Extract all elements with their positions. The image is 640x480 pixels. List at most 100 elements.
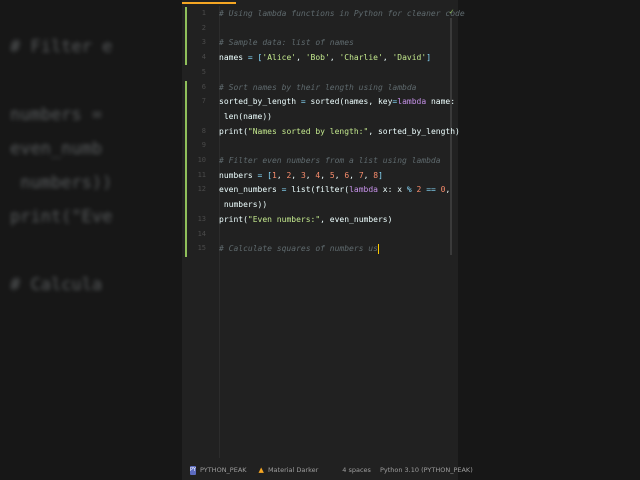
code-line[interactable]: len(name)) [182, 109, 458, 124]
code-token-plain: , [305, 170, 316, 180]
code-text: names = ['Alice', 'Bob', 'Charlie', 'Dav… [219, 50, 431, 65]
code-token-comment: # Calculate squares of numbers us [219, 244, 378, 254]
line-number: 12 [197, 185, 206, 194]
line-number: 11 [197, 170, 206, 179]
blurred-line [10, 64, 112, 98]
line-number: 8 [201, 126, 206, 135]
code-token-str: 'David' [392, 53, 427, 63]
code-token-plain: , [334, 170, 345, 180]
blurred-code: # Filter e numbers = even_numb numbers)) pr… [10, 30, 112, 302]
code-line[interactable]: 4 names = ['Alice', 'Bob', 'Charlie', 'Da… [182, 50, 458, 65]
code-text: print("Even numbers:", even_numbers) [219, 212, 392, 227]
code-token-str: 'Alice' [262, 53, 297, 63]
code-line[interactable]: 15 # Calculate squares of numbers us [182, 241, 458, 256]
code-token-plain: , [320, 170, 330, 180]
indent-setting[interactable]: 4 spaces [342, 466, 371, 474]
blurred-background-left: # Filter e numbers = even_numb numbers)) pr… [0, 0, 182, 480]
code-text: numbers = [1, 2, 3, 4, 5, 6, 7, 8] [219, 168, 383, 183]
code-line[interactable]: numbers)) [182, 197, 458, 212]
line-number: 1 [201, 9, 206, 17]
code-editor[interactable]: ✓ 1 # Using lambda functions in Python fo… [182, 0, 473, 480]
code-token-comment: # Sort names by their length using lambd… [219, 82, 417, 92]
code-text: sorted_by_length = sorted(names, key=lam… [219, 94, 455, 109]
code-token-plain: , [363, 170, 374, 180]
line-number: 5 [201, 67, 206, 76]
code-line[interactable]: 2 [182, 21, 458, 36]
code-line[interactable]: 6 # Sort names by their length using lamb… [182, 80, 458, 95]
code-text: even_numbers = list(filter(lambda x: x %… [219, 182, 450, 197]
code-token-comment: # Sample data: list of names [219, 38, 354, 48]
project-icon: PY [190, 465, 196, 475]
line-number: 6 [201, 82, 206, 91]
line-number: 7 [201, 97, 206, 106]
line-number: 10 [197, 156, 206, 164]
code-text: # Filter even numbers from a list using … [219, 153, 441, 168]
code-line[interactable]: 7 sorted_by_length = sorted(names, key=la… [182, 94, 458, 109]
line-number: 9 [201, 141, 206, 150]
blurred-line [10, 234, 112, 268]
code-token-op: ] [378, 170, 383, 180]
code-text: # Sort names by their length using lambd… [219, 80, 416, 95]
blurred-background-right: using lambdax % 2 == 0, [458, 0, 640, 480]
code-token-kw: lambda [349, 185, 378, 195]
code-line[interactable]: 13 print("Even numbers:", even_numbers) [182, 212, 458, 227]
code-token-str: 'Charlie' [339, 53, 383, 63]
code-token-plain: print( [219, 214, 248, 224]
line-number: 15 [197, 244, 206, 253]
code-token-plain: numbers [219, 170, 258, 180]
code-token-op: ] [426, 53, 432, 63]
blurred-line: # Calcula [10, 275, 103, 295]
code-token-op: [ [252, 53, 263, 63]
code-line[interactable]: 11 numbers = [1, 2, 3, 4, 5, 6, 7, 8] [182, 168, 458, 183]
line-number: 4 [201, 53, 206, 62]
code-line[interactable]: 8 print("Names sorted by length:", sorted… [182, 124, 460, 139]
code-token-kw: lambda [397, 97, 427, 107]
code-text: # Sample data: list of names [219, 35, 354, 50]
line-number: 2 [201, 23, 206, 32]
code-token-str: "Names sorted by length:" [247, 126, 369, 136]
blurred-line: numbers)) [10, 173, 113, 193]
active-tab-indicator [182, 2, 236, 4]
code-token-plain: , sorted_by_length) [368, 126, 460, 136]
code-token-plain: , [291, 170, 301, 180]
code-token-plain: x: x [377, 185, 407, 195]
code-text: numbers)) [219, 197, 267, 212]
code-token-op: [ [262, 170, 272, 180]
code-token-comment: # Using lambda functions in Python for c… [219, 9, 465, 18]
code-token-plain: names [219, 53, 248, 63]
blurred-line: even_numb [10, 139, 103, 159]
code-token-plain: , [445, 185, 451, 195]
code-token-plain: print( [219, 126, 248, 136]
theme-name[interactable]: Material Darker [268, 466, 318, 474]
code-token-str: "Even numbers:" [247, 214, 321, 224]
code-token-plain: even_numbers [219, 185, 282, 195]
code-line[interactable]: 5 [182, 65, 458, 80]
code-token-plain: list(filter( [286, 185, 350, 195]
code-line[interactable]: 1 # Using lambda functions in Python for … [182, 6, 465, 21]
code-text: # Calculate squares of numbers us [219, 241, 379, 256]
code-line[interactable]: 3 # Sample data: list of names [182, 35, 458, 50]
line-number: 13 [197, 214, 206, 223]
code-token-plain: , [296, 53, 306, 63]
code-token-op: == [426, 185, 436, 195]
code-token-plain: , [349, 170, 359, 180]
code-token-plain: , even_numbers) [320, 214, 393, 224]
interpreter[interactable]: Python 3.10 (PYTHON_PEAK) [380, 466, 473, 474]
code-token-plain: sorted(names, key [305, 97, 393, 107]
theme-icon: ▲ [258, 466, 264, 474]
code-token-plain: numbers)) [219, 200, 268, 210]
code-text: # Using lambda functions in Python for c… [219, 6, 465, 21]
code-token-plain: sorted_by_length [219, 97, 301, 107]
blurred-line: # Filter e [10, 37, 113, 57]
line-number: 14 [197, 229, 206, 238]
blurred-line: numbers = [10, 105, 103, 125]
line-number: 3 [201, 38, 206, 47]
code-line[interactable]: 10 # Filter even numbers from a list usin… [182, 153, 458, 168]
code-line[interactable]: 14 [182, 227, 458, 242]
code-line[interactable]: 9 [182, 138, 458, 153]
code-token-plain: len(name)) [219, 111, 272, 121]
project-name[interactable]: PYTHON_PEAK [200, 466, 247, 474]
blurred-line: print("Eve [10, 207, 113, 227]
code-text: len(name)) [219, 109, 272, 124]
code-line[interactable]: 12 even_numbers = list(filter(lambda x: x… [182, 182, 458, 197]
